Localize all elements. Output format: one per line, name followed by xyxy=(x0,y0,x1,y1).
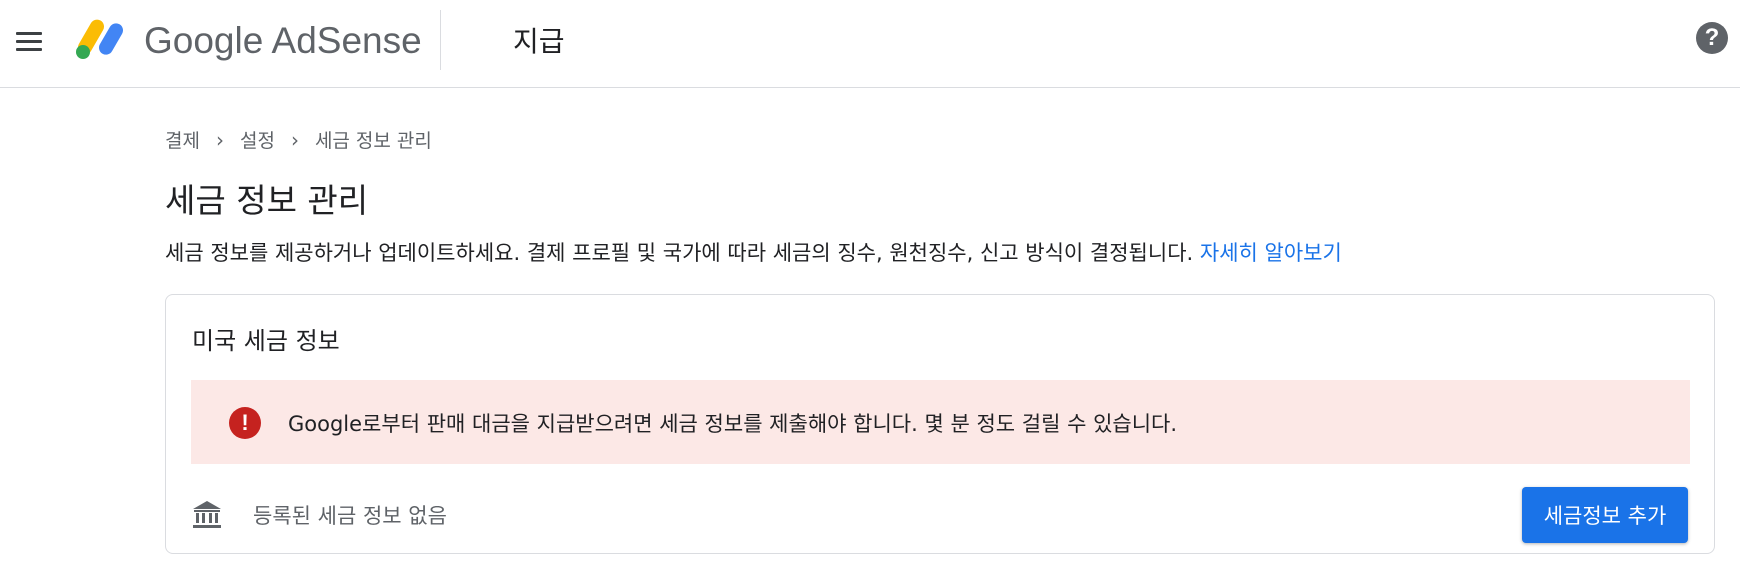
help-icon[interactable]: ? xyxy=(1696,22,1728,54)
description-text: 세금 정보를 제공하거나 업데이트하세요. 결제 프로필 및 국가에 따라 세금… xyxy=(165,241,1200,265)
error-icon: ! xyxy=(229,407,261,439)
breadcrumb-item-billing[interactable]: 결제 xyxy=(165,126,200,153)
hamburger-menu-icon[interactable] xyxy=(14,27,44,57)
top-app-bar: Google AdSense 지급 ? xyxy=(0,0,1740,88)
status-text: 등록된 세금 정보 없음 xyxy=(253,504,447,528)
breadcrumb-item-settings[interactable]: 설정 xyxy=(240,126,275,153)
chevron-right-icon: › xyxy=(215,127,224,152)
brand-name[interactable]: Google AdSense xyxy=(144,20,422,62)
page-description: 세금 정보를 제공하거나 업데이트하세요. 결제 프로필 및 국가에 따라 세금… xyxy=(165,237,1342,267)
add-tax-info-button[interactable]: 세금정보 추가 xyxy=(1522,487,1688,543)
learn-more-link[interactable]: 자세히 알아보기 xyxy=(1200,241,1342,265)
bank-icon xyxy=(193,501,221,528)
header-divider xyxy=(440,10,441,70)
section-heading: 지급 xyxy=(513,25,565,58)
card-title: 미국 세금 정보 xyxy=(192,327,340,355)
adsense-logo-icon[interactable] xyxy=(76,16,128,60)
breadcrumb: 결제 › 설정 › 세금 정보 관리 xyxy=(165,126,432,153)
chevron-right-icon: › xyxy=(290,127,299,152)
page-title: 세금 정보 관리 xyxy=(165,181,369,220)
us-tax-info-card: 미국 세금 정보 ! Google로부터 판매 대금을 지급받으려면 세금 정보… xyxy=(165,294,1715,554)
error-alert-banner: ! Google로부터 판매 대금을 지급받으려면 세금 정보를 제출해야 합니… xyxy=(191,380,1690,464)
alert-message: Google로부터 판매 대금을 지급받으려면 세금 정보를 제출해야 합니다.… xyxy=(288,412,1178,436)
breadcrumb-item-current: 세금 정보 관리 xyxy=(314,130,432,152)
